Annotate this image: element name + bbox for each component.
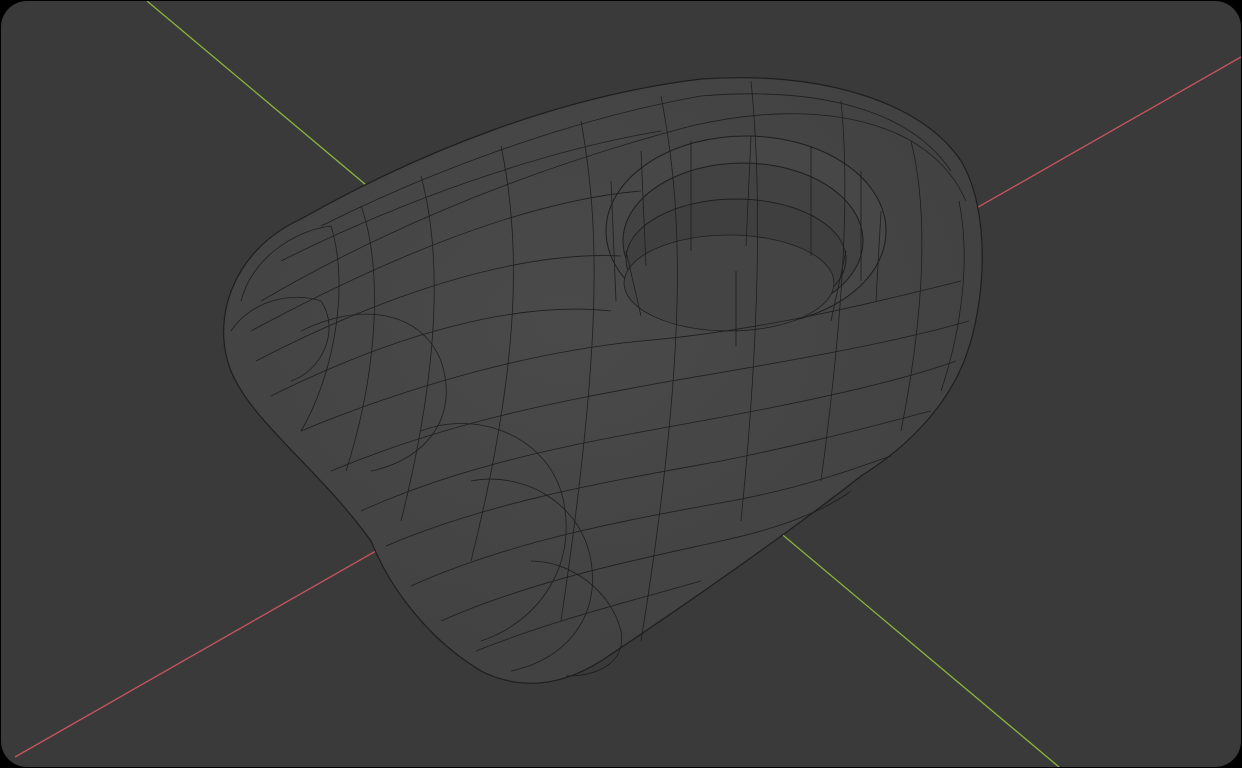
cup-bottom	[623, 234, 835, 332]
viewport-canvas[interactable]	[1, 1, 1241, 767]
viewport-window	[0, 0, 1242, 768]
3d-viewport[interactable]	[1, 1, 1241, 767]
